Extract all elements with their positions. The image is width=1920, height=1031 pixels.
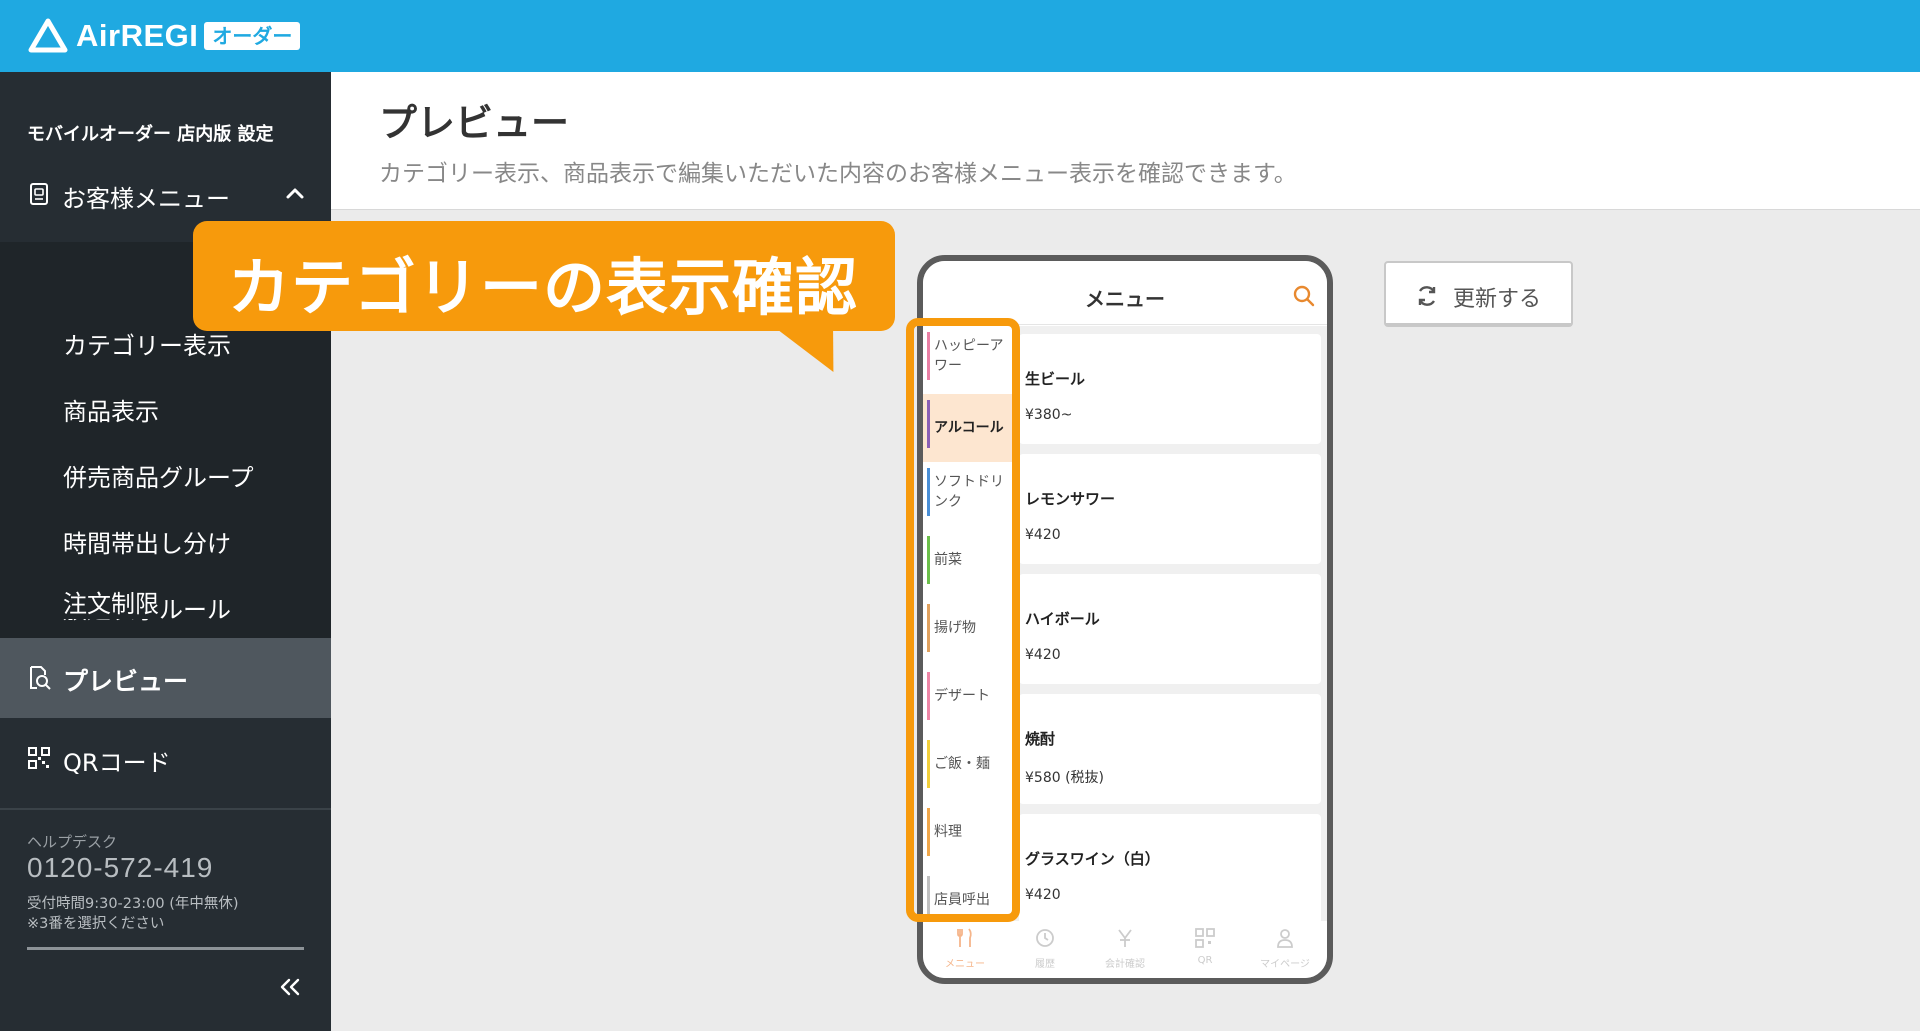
brand-name: AirREGI — [76, 18, 199, 53]
helpdesk-note: ※3番を選択ください — [27, 916, 165, 932]
sidebar-item-time-slots[interactable]: 時間帯出し分け — [63, 524, 231, 559]
menu-item-card[interactable]: 生ビール ¥380~ — [1019, 334, 1321, 444]
sidebar-divider — [0, 808, 331, 810]
preview-doc-icon — [30, 666, 51, 690]
phone-header: メニュー — [923, 261, 1327, 325]
tab-label: メニュー — [945, 959, 985, 970]
page-title: プレビュー — [379, 101, 570, 145]
menu-item-name: ハイボール — [1025, 610, 1100, 628]
sidebar-item-order-limits[interactable]: 注文制限 — [63, 584, 159, 619]
sidebar-item-category[interactable]: カテゴリー表示 — [63, 326, 231, 361]
menu-item-card[interactable]: 焼酎 ¥580 (税抜) — [1019, 694, 1321, 804]
category-highlight-frame — [906, 318, 1020, 922]
helpdesk-hours: 受付時間9:30-23:00 (年中無休) — [27, 896, 239, 912]
menu-item-price: ¥420 — [1025, 647, 1061, 663]
tab-label: QR — [1197, 955, 1213, 966]
menu-item-name: レモンサワー — [1025, 490, 1116, 508]
menu-item-price: ¥580 (税抜) — [1025, 770, 1105, 786]
preview-label: プレビュー — [63, 667, 189, 696]
menu-item-name: グラスワイン（白） — [1025, 850, 1160, 868]
helpdesk-title: ヘルプデスク — [27, 833, 118, 851]
top-header: AirREGI オーダー — [0, 0, 1920, 72]
menu-item-card[interactable]: レモンサワー ¥420 — [1019, 454, 1321, 564]
sidebar-title: モバイルオーダー 店内版 設定 — [27, 124, 274, 145]
menu-item-name: 焼酎 — [1025, 730, 1056, 748]
phone-title: メニュー — [1085, 287, 1165, 311]
helpdesk-divider — [27, 947, 304, 950]
page-description: カテゴリー表示、商品表示で編集いただいた内容のお客様メニュー表示を確認できます。 — [379, 161, 1297, 187]
sidebar-item-products[interactable]: 商品表示 — [63, 392, 159, 427]
tab-mypage[interactable]: マイページ — [1245, 927, 1325, 970]
menu-item-price: ¥380~ — [1025, 407, 1073, 423]
logo-triangle-icon — [28, 18, 68, 53]
callout-text: カテゴリーの表示確認 — [228, 251, 859, 324]
tab-menu[interactable]: メニュー — [925, 927, 1005, 970]
history-icon — [1036, 929, 1054, 947]
menu-item-price: ¥420 — [1025, 887, 1061, 903]
menu-item-card[interactable]: ハイボール ¥420 — [1019, 574, 1321, 684]
sidebar-item-qr[interactable]: QRコード — [0, 718, 331, 798]
airregi-logo[interactable]: AirREGI オーダー — [28, 16, 301, 56]
collapse-sidebar-icon[interactable] — [278, 977, 302, 997]
tab-checkout[interactable]: 会計確認 — [1085, 927, 1165, 970]
main-header: プレビュー カテゴリー表示、商品表示で編集いただいた内容のお客様メニュー表示を確… — [331, 72, 1920, 210]
menu-book-icon — [30, 183, 48, 205]
tab-label: 履歴 — [1035, 959, 1055, 970]
refresh-button[interactable]: 更新する — [1384, 261, 1573, 327]
refresh-label: 更新する — [1453, 287, 1542, 312]
tab-label: 会計確認 — [1105, 959, 1145, 970]
brand-badge: オーダー — [204, 22, 301, 50]
refresh-icon — [1418, 286, 1436, 306]
helpdesk-phone[interactable]: 0120-572-419 — [27, 852, 213, 884]
menu-item-card[interactable]: グラスワイン（白） ¥420 — [1019, 814, 1321, 924]
tab-label: マイページ — [1260, 959, 1310, 970]
tab-history[interactable]: 履歴 — [1005, 927, 1085, 970]
annotation-callout: カテゴリーの表示確認 — [193, 221, 895, 331]
chevron-up-icon — [286, 188, 304, 199]
sidebar-group-label: お客様メニュー — [62, 185, 230, 213]
tab-qr[interactable]: QR — [1165, 927, 1245, 966]
yen-icon — [1118, 929, 1132, 947]
phone-tab-bar: メニュー 履歴 会計確認 QR マイページ — [923, 921, 1327, 978]
menu-item-name: 生ビール — [1025, 370, 1086, 388]
menu-item-price: ¥420 — [1025, 527, 1061, 543]
sidebar-item-preview[interactable]: プレビュー — [0, 638, 331, 718]
sidebar-item-bundle-groups[interactable]: 併売商品グループ — [63, 458, 254, 493]
search-icon[interactable] — [1293, 285, 1315, 307]
fork-knife-icon — [957, 928, 972, 947]
qr-code-icon — [28, 747, 50, 769]
sidebar: モバイルオーダー 店内版 設定 お客様メニュー カテゴリー表示 商品表示 併売商… — [0, 72, 331, 1031]
qr-label: QRコード — [63, 749, 171, 777]
sidebar-group-customer-menu[interactable]: お客様メニュー — [0, 164, 331, 222]
person-icon — [1277, 929, 1293, 948]
qr-icon — [1195, 928, 1215, 948]
